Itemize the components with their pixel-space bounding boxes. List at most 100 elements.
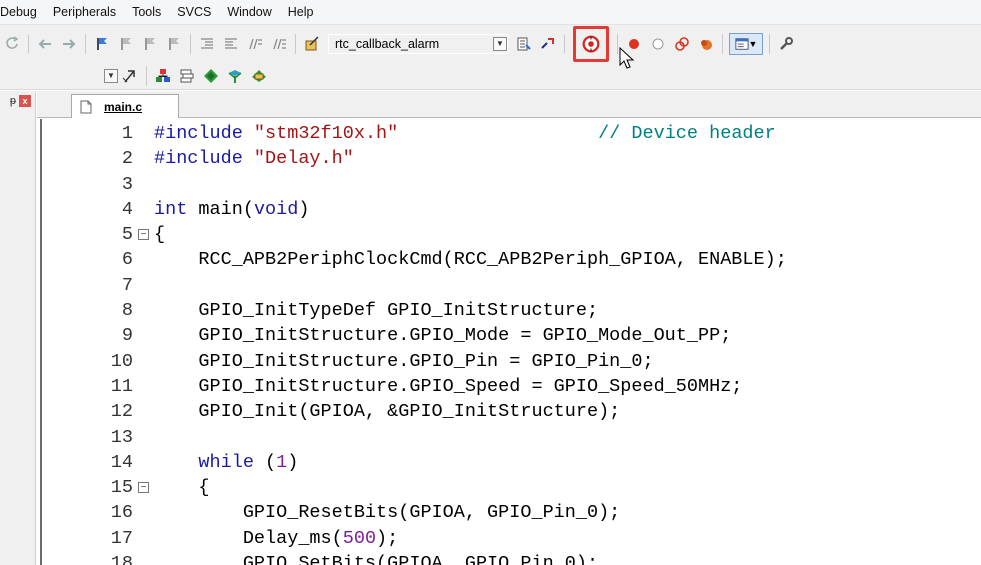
code-token: main( xyxy=(187,198,254,220)
code-token: #include xyxy=(154,148,254,170)
chevron-down-icon[interactable]: ▼ xyxy=(104,68,118,83)
line-number: 6 xyxy=(121,249,133,271)
menu-tools[interactable]: Tools xyxy=(124,0,169,24)
code-line[interactable]: 17 Delay_ms(500); xyxy=(42,526,981,551)
code-token: { xyxy=(154,224,166,246)
code-line[interactable]: 9 GPIO_InitStructure.GPIO_Mode = GPIO_Mo… xyxy=(42,323,981,348)
window-view-button[interactable]: ▼ xyxy=(729,32,763,55)
line-number: 1 xyxy=(121,123,133,144)
redo-icon[interactable] xyxy=(2,34,22,54)
code-line[interactable]: 14 while (1) xyxy=(42,450,981,475)
code-line[interactable]: 7 xyxy=(42,273,981,298)
code-line[interactable]: 15− { xyxy=(42,475,981,500)
code-line[interactable]: 10 GPIO_InitStructure.GPIO_Pin = GPIO_Pi… xyxy=(42,349,981,374)
code-editor[interactable]: 1 #include "stm32f10x.h" // Device header… xyxy=(40,119,981,565)
menu-window[interactable]: Window xyxy=(219,0,279,24)
menu-help[interactable]: Help xyxy=(280,0,322,24)
toolbar-separator xyxy=(146,65,147,86)
tab-main-c[interactable]: main.c xyxy=(71,94,179,118)
download-icon[interactable] xyxy=(249,66,269,86)
line-number: 15 xyxy=(110,477,133,499)
forward-icon[interactable] xyxy=(59,34,79,54)
code-line[interactable]: 4 int main(void) xyxy=(42,197,981,222)
code-line[interactable]: 13 xyxy=(42,425,981,450)
build-toolbar: ▼ xyxy=(0,62,981,90)
window-view-icon xyxy=(734,37,749,50)
menu-peripherals[interactable]: Peripherals xyxy=(45,0,124,24)
toolbar-separator xyxy=(769,33,770,54)
code-token: 500 xyxy=(342,527,377,549)
code-line[interactable]: 3 xyxy=(42,172,981,197)
disabled-breakpoint-icon[interactable] xyxy=(648,34,668,54)
code-line[interactable]: 6 RCC_APB2PeriphClockCmd(RCC_APB2Periph_… xyxy=(42,247,981,272)
debug-session-button[interactable] xyxy=(573,25,609,62)
code-line[interactable]: 12 GPIO_Init(GPIOA, &GPIO_InitStructure)… xyxy=(42,399,981,424)
code-token: // Device header xyxy=(598,123,776,144)
toolbar-separator xyxy=(564,33,565,54)
fold-toggle-icon[interactable]: − xyxy=(138,482,149,494)
editor-tab-strip: main.c xyxy=(37,91,981,118)
code-text: GPIO_InitStructure.GPIO_Mode = GPIO_Mode… xyxy=(154,323,731,348)
code-line[interactable]: 16 GPIO_ResetBits(GPIOA, GPIO_Pin_0); xyxy=(42,500,981,525)
options-icon[interactable] xyxy=(696,34,716,54)
indent-icon[interactable] xyxy=(197,34,217,54)
outdent-icon[interactable] xyxy=(221,34,241,54)
code-line[interactable]: 2 #include "Delay.h" xyxy=(42,146,981,171)
bookmark-icon[interactable] xyxy=(92,34,112,54)
code-token: { xyxy=(154,477,210,499)
line-number: 17 xyxy=(110,527,133,549)
menu-debug[interactable]: Debug xyxy=(0,0,45,24)
code-token: ) xyxy=(298,198,310,220)
code-line[interactable]: 1 #include "stm32f10x.h" // Device header xyxy=(42,121,981,146)
toolbar-separator xyxy=(28,33,29,54)
menu-svcs[interactable]: SVCS xyxy=(169,0,219,24)
panel-header: ᵽ x xyxy=(0,91,35,111)
line-number: 16 xyxy=(110,502,133,524)
line-number: 5 xyxy=(121,224,133,246)
target-select[interactable]: rtc_callback_alarm ▼ xyxy=(328,33,508,54)
code-token: GPIO_InitStructure.GPIO_Mode = GPIO_Mode… xyxy=(154,325,732,347)
uncomment-icon[interactable] xyxy=(269,34,289,54)
chevron-down-icon: ▼ xyxy=(748,38,758,49)
toolbar-separator xyxy=(295,33,296,54)
code-text: #include "Delay.h" xyxy=(154,146,354,171)
code-line[interactable]: 11 GPIO_InitStructure.GPIO_Speed = GPIO_… xyxy=(42,374,981,399)
code-line[interactable]: 18 GPIO_SetBits(GPIOA, GPIO_Pin_0); xyxy=(42,551,981,565)
chevron-down-icon[interactable]: ▼ xyxy=(493,36,507,51)
code-text: { xyxy=(154,222,165,247)
clear-bookmark-icon[interactable] xyxy=(164,34,184,54)
back-icon[interactable] xyxy=(35,34,55,54)
fold-toggle-icon[interactable]: − xyxy=(138,229,149,241)
code-line[interactable]: 5−{ xyxy=(42,222,981,247)
code-text: int main(void) xyxy=(154,197,309,222)
manage-icon[interactable] xyxy=(514,34,534,54)
code-line[interactable]: 8 GPIO_InitTypeDef GPIO_InitStructure; xyxy=(42,298,981,323)
code-token: while xyxy=(198,451,254,473)
pin-icon[interactable]: ᵽ xyxy=(10,95,16,107)
line-number: 2 xyxy=(121,148,133,170)
config-icon[interactable] xyxy=(776,34,796,54)
target-icon[interactable] xyxy=(302,34,322,54)
translate-icon[interactable] xyxy=(120,66,140,86)
toolbar-separator xyxy=(190,33,191,54)
batch-build-icon[interactable] xyxy=(201,66,221,86)
kill-breakpoint-icon[interactable] xyxy=(672,34,692,54)
load-icon[interactable] xyxy=(538,34,558,54)
code-lines: 1 #include "stm32f10x.h" // Device header… xyxy=(42,121,981,565)
code-text: GPIO_InitStructure.GPIO_Speed = GPIO_Spe… xyxy=(154,374,742,399)
line-number: 12 xyxy=(110,401,133,423)
code-token: GPIO_Init(GPIOA, &GPIO_InitStructure); xyxy=(154,401,621,423)
code-token: #include xyxy=(154,123,254,144)
code-text: GPIO_Init(GPIOA, &GPIO_InitStructure); xyxy=(154,399,620,424)
code-text: { xyxy=(154,475,210,500)
close-icon[interactable]: x xyxy=(19,95,31,107)
code-text: GPIO_SetBits(GPIOA, GPIO_Pin_0); xyxy=(154,551,598,565)
stop-build-icon[interactable] xyxy=(225,66,245,86)
prev-bookmark-icon[interactable] xyxy=(116,34,136,54)
code-token: ( xyxy=(253,451,277,473)
build-icon[interactable] xyxy=(153,66,173,86)
comment-icon[interactable] xyxy=(245,34,265,54)
rebuild-icon[interactable] xyxy=(177,66,197,86)
next-bookmark-icon[interactable] xyxy=(140,34,160,54)
